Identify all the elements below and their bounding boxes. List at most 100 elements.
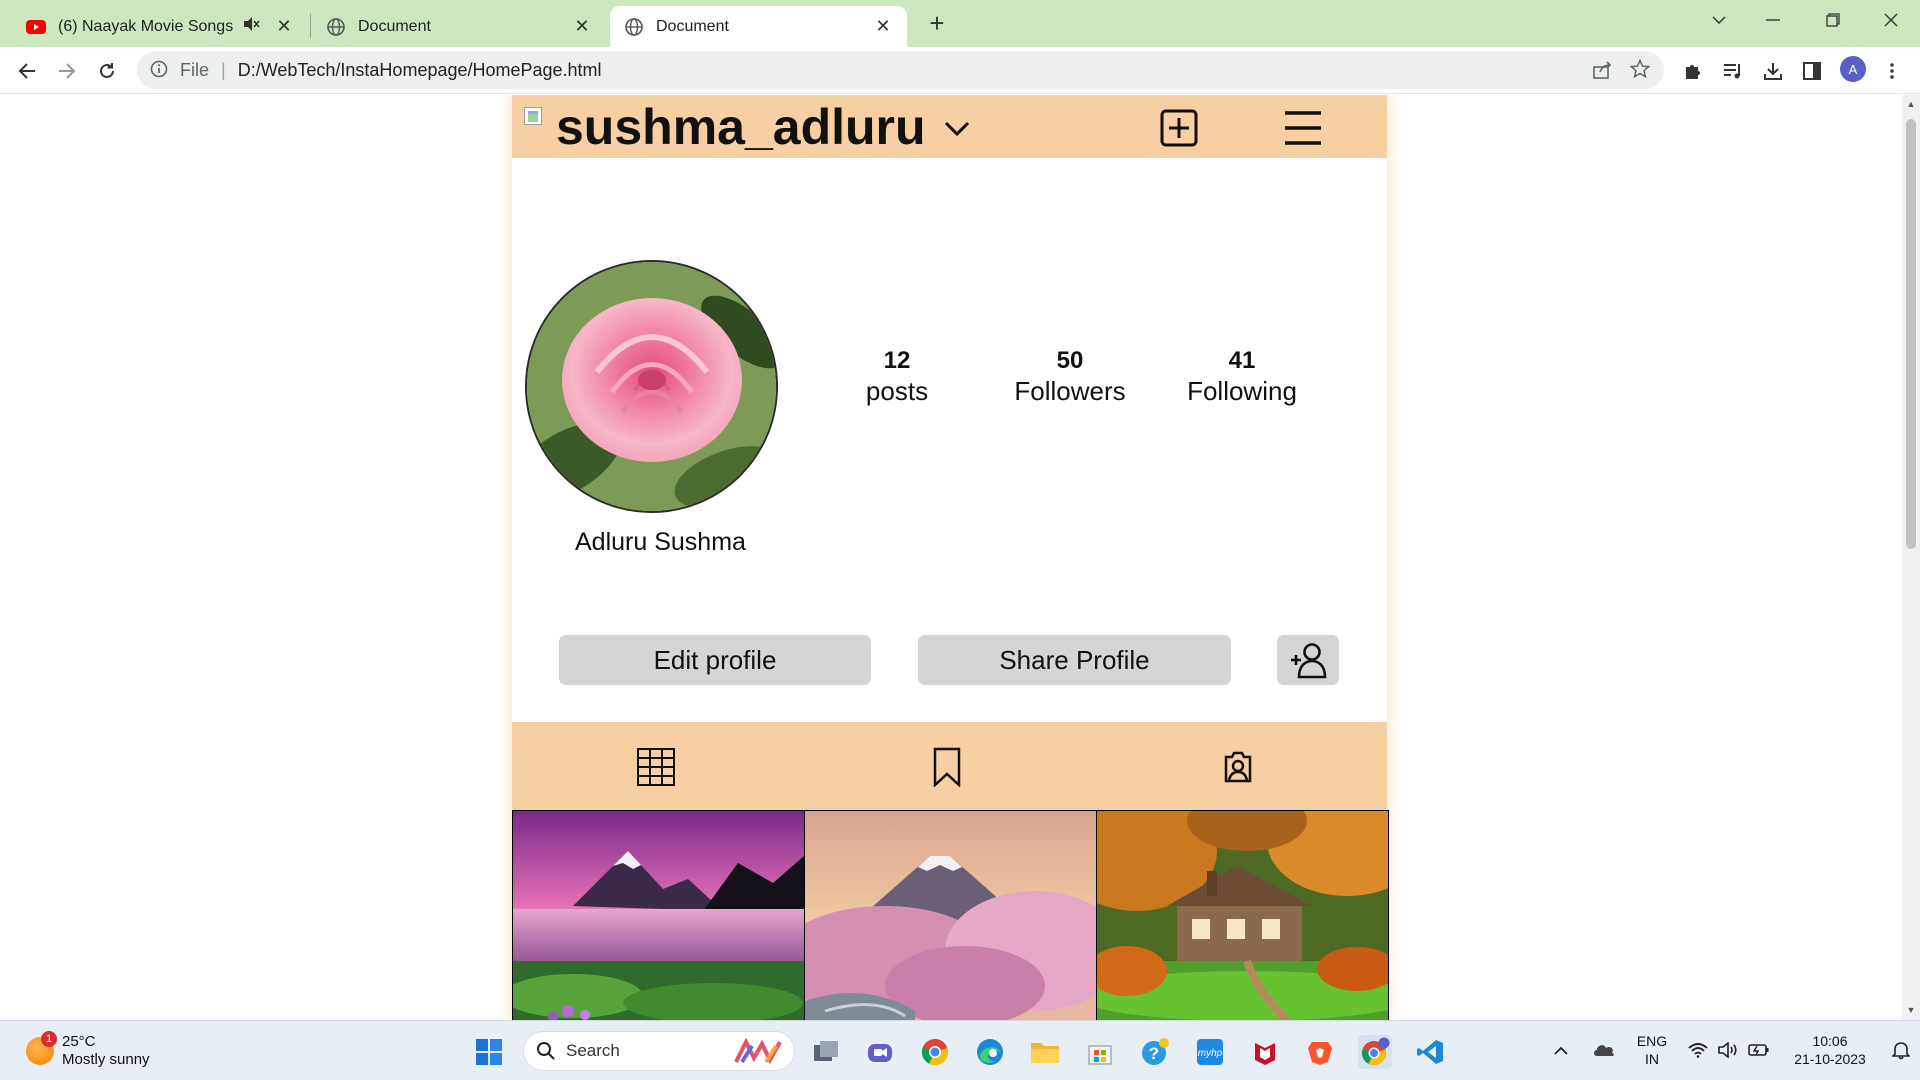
profile-tabs [512,722,1387,810]
chrome-profile-icon[interactable] [1358,1035,1392,1069]
tab-title: Document [358,17,431,35]
share-profile-button[interactable]: Share Profile [918,635,1231,685]
profile-picture[interactable] [525,260,778,513]
close-icon[interactable]: ✕ [873,16,893,37]
clock[interactable]: 10:06 21-10-2023 [1780,1032,1880,1068]
scrollbar-thumb[interactable] [1906,119,1916,549]
tab-youtube[interactable]: (6) Naayak Movie Songs | Hi ✕ [12,6,308,47]
onedrive-cloud-icon[interactable] [1592,1041,1616,1062]
clock-time: 10:06 [1812,1033,1848,1049]
tab-document-1[interactable]: Document ✕ [312,6,606,47]
search-highlight-icon [734,1038,782,1065]
close-icon[interactable]: ✕ [572,16,592,37]
profile-container: sushma_adluru Adluru Sushma 12 posts 50 … [512,95,1389,1020]
mcafee-icon[interactable] [1248,1035,1282,1069]
page-viewport: sushma_adluru Adluru Sushma 12 posts 50 … [0,95,1902,1020]
globe-icon [326,17,346,37]
task-view-icon[interactable] [809,1035,843,1069]
clock-date: 21-10-2023 [1794,1051,1866,1067]
close-icon[interactable]: ✕ [274,16,294,37]
url-text[interactable]: D:/WebTech/InstaHomepage/HomePage.html [238,60,602,81]
language-code: ENG [1636,1033,1668,1049]
vscode-icon[interactable] [1413,1035,1447,1069]
windows-taskbar: 1 25°C Mostly sunny Search ? myhp ENG IN… [0,1020,1920,1080]
back-button[interactable] [12,56,42,86]
minimize-button[interactable] [1751,0,1795,40]
edit-profile-button[interactable]: Edit profile [559,635,871,685]
address-bar[interactable]: File | D:/WebTech/InstaHomepage/HomePage… [137,51,1664,89]
close-window-button[interactable] [1869,0,1913,40]
tab-separator [310,14,311,38]
side-panel-icon[interactable] [1800,59,1824,83]
tab-title: Document [656,17,729,35]
post-thumbnail[interactable] [513,811,804,1020]
myhp-icon[interactable]: myhp [1193,1035,1227,1069]
bookmark-icon[interactable] [927,747,967,787]
stat-label: Following [1187,376,1297,406]
post-thumbnail[interactable] [1097,811,1388,1020]
search-label: Search [566,1041,620,1060]
new-tab-button[interactable]: + [922,8,952,38]
tagged-user-icon[interactable] [1218,747,1258,787]
posts-grid [512,810,1389,1020]
stat-following[interactable]: 41 Following [1172,347,1312,407]
hamburger-menu-icon[interactable] [1282,107,1324,149]
bookmark-star-icon[interactable] [1629,58,1651,84]
language-indicator[interactable]: ENG IN [1632,1032,1672,1068]
add-user-icon [1291,643,1327,679]
scroll-up-arrow-icon[interactable]: ▲ [1906,99,1916,109]
url-scheme: File [180,59,210,80]
start-button[interactable] [472,1035,506,1069]
vertical-scrollbar[interactable]: ▲ ▼ [1902,95,1920,1020]
edge-icon[interactable] [973,1035,1007,1069]
restore-button[interactable] [1811,0,1855,40]
stat-posts[interactable]: 12 posts [842,347,952,407]
stat-value: 50 [1056,347,1084,374]
stat-label: posts [865,376,929,406]
notification-badge: 1 [41,1031,57,1047]
volume-icon[interactable] [1718,1041,1738,1063]
muted-speaker-icon[interactable] [244,17,266,36]
stat-followers[interactable]: 50 Followers [1000,347,1140,407]
chevron-down-icon[interactable] [942,113,972,143]
file-explorer-icon[interactable] [1028,1035,1062,1069]
browser-toolbar: File | D:/WebTech/InstaHomepage/HomePage… [0,47,1920,94]
scroll-down-arrow-icon[interactable]: ▼ [1906,1005,1916,1015]
add-user-button[interactable] [1277,635,1339,685]
more-menu-icon[interactable] [1880,59,1904,83]
share-icon[interactable] [1592,60,1612,85]
weather-widget[interactable]: 1 25°C Mostly sunny [26,1031,150,1071]
search-icon [537,1042,555,1060]
globe-icon [624,17,644,37]
taskbar-search[interactable]: Search [523,1031,795,1071]
browser-tab-bar: (6) Naayak Movie Songs | Hi ✕ Document ✕… [0,0,1920,47]
help-icon[interactable]: ? [1138,1035,1172,1069]
wifi-icon[interactable] [1688,1042,1708,1063]
svg-text:?: ? [1149,1044,1159,1063]
brave-icon[interactable] [1303,1035,1337,1069]
url-divider: | [221,59,226,80]
info-icon[interactable] [150,60,170,80]
battery-icon[interactable] [1748,1042,1770,1063]
forward-button[interactable] [52,56,82,86]
post-thumbnail[interactable] [805,811,1096,1020]
stat-value: 12 [883,347,911,374]
download-icon[interactable] [1761,59,1785,83]
chevron-up-icon[interactable] [1554,1043,1568,1061]
profile-header: sushma_adluru [512,95,1387,158]
teams-chat-icon[interactable] [863,1035,897,1069]
create-post-button[interactable] [1158,107,1200,149]
notification-bell-icon[interactable] [1891,1040,1911,1065]
reload-button[interactable] [92,56,122,86]
grid-icon[interactable] [636,747,676,787]
microsoft-store-icon[interactable] [1083,1035,1117,1069]
system-tray: ENG IN 10:06 21-10-2023 [1540,1021,1920,1080]
extensions-icon[interactable] [1681,59,1705,83]
media-queue-icon[interactable] [1721,59,1745,83]
tab-search-chevron-icon[interactable] [1697,0,1741,40]
weather-temp: 25°C [62,1033,96,1050]
chrome-icon[interactable] [918,1035,952,1069]
stat-label: Followers [1014,376,1126,406]
tab-document-active[interactable]: Document ✕ [610,6,907,47]
profile-avatar-button[interactable]: A [1840,56,1866,82]
